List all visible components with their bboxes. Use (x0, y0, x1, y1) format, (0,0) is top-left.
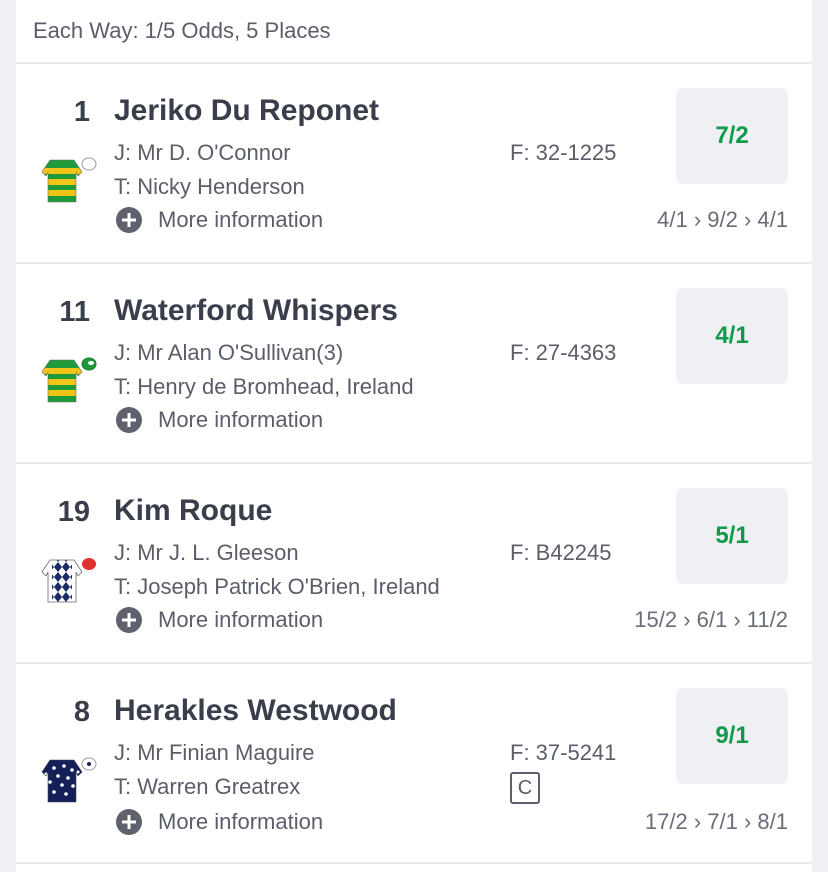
odds-button[interactable]: 9/1 (676, 688, 788, 784)
more-information-link[interactable]: More information (116, 809, 323, 835)
trainer-name: T: Henry de Bromhead, Ireland (114, 374, 414, 399)
navy-white-stars-silk-icon (38, 752, 98, 808)
more-information-link[interactable]: More information (116, 407, 323, 433)
price-history: 4/1 › 9/2 › 4/1 (657, 207, 788, 232)
jockey-name: J: Mr Finian Maguire (114, 740, 315, 765)
more-information-label: More information (158, 607, 324, 632)
plus-circle-icon (116, 607, 142, 633)
green-yellow-hoops-green-cap-silk-icon (38, 352, 98, 408)
more-information-link[interactable]: More information (116, 607, 323, 633)
price-history: 17/2 › 7/1 › 8/1 (644, 809, 788, 834)
runner-number: 1 (73, 96, 90, 128)
odds-button[interactable]: 4/1 (676, 288, 788, 384)
form-figures: F: 32-1225 (510, 140, 617, 165)
course-winner-badge: C (510, 772, 540, 804)
runner-number: 11 (59, 296, 90, 328)
horse-name: Jeriko Du Reponet (114, 94, 380, 127)
more-information-label: More information (158, 809, 324, 834)
runner-row: 8 Herakles Westwood J: Mr Finian Maguire… (16, 664, 812, 864)
form-figures: F: 37-5241 (510, 740, 617, 765)
jockey-name: J: Mr Alan O'Sullivan(3) (114, 340, 344, 365)
price-history: 15/2 › 6/1 › 11/2 (634, 607, 788, 632)
horse-name: Herakles Westwood (114, 694, 397, 727)
more-information-link[interactable]: More information (116, 207, 323, 233)
odds-button[interactable]: 7/2 (676, 88, 788, 184)
runner-row: 11 Waterford Whispers J: Mr Alan O'Sulli… (16, 264, 812, 464)
plus-circle-icon (116, 407, 142, 433)
navy-white-diamonds-red-cap-silk-icon (38, 552, 98, 608)
trainer-name: T: Warren Greatrex (114, 774, 301, 799)
jockey-name: J: Mr D. O'Connor (114, 140, 291, 165)
runner-row: 19 Kim Roque J: Mr J. L. Gleeson T: Jose… (16, 464, 812, 664)
green-yellow-hoops-silk-icon (38, 152, 98, 208)
trainer-name: T: Joseph Patrick O'Brien, Ireland (114, 574, 440, 599)
trainer-name: T: Nicky Henderson (114, 174, 305, 199)
jockey-name: J: Mr J. L. Gleeson (114, 540, 299, 565)
plus-circle-icon (116, 809, 142, 835)
horse-name: Kim Roque (114, 494, 273, 527)
form-figures: F: 27-4363 (510, 340, 617, 365)
runner-number: 19 (57, 496, 90, 528)
odds-button[interactable]: 5/1 (676, 488, 788, 584)
more-information-label: More information (158, 207, 324, 232)
form-figures: F: B42245 (510, 540, 612, 565)
runner-number: 8 (73, 696, 90, 728)
plus-circle-icon (116, 207, 142, 233)
more-information-label: More information (158, 407, 324, 432)
horse-name: Waterford Whispers (114, 294, 398, 327)
runner-row: 1 Jeriko Du Reponet J: Mr D. O'Connor T:… (16, 64, 812, 264)
each-way-terms: Each Way: 1/5 Odds, 5 Places (16, 0, 812, 64)
racecard-panel: Each Way: 1/5 Odds, 5 Places 1 Jeriko Du… (16, 0, 812, 872)
